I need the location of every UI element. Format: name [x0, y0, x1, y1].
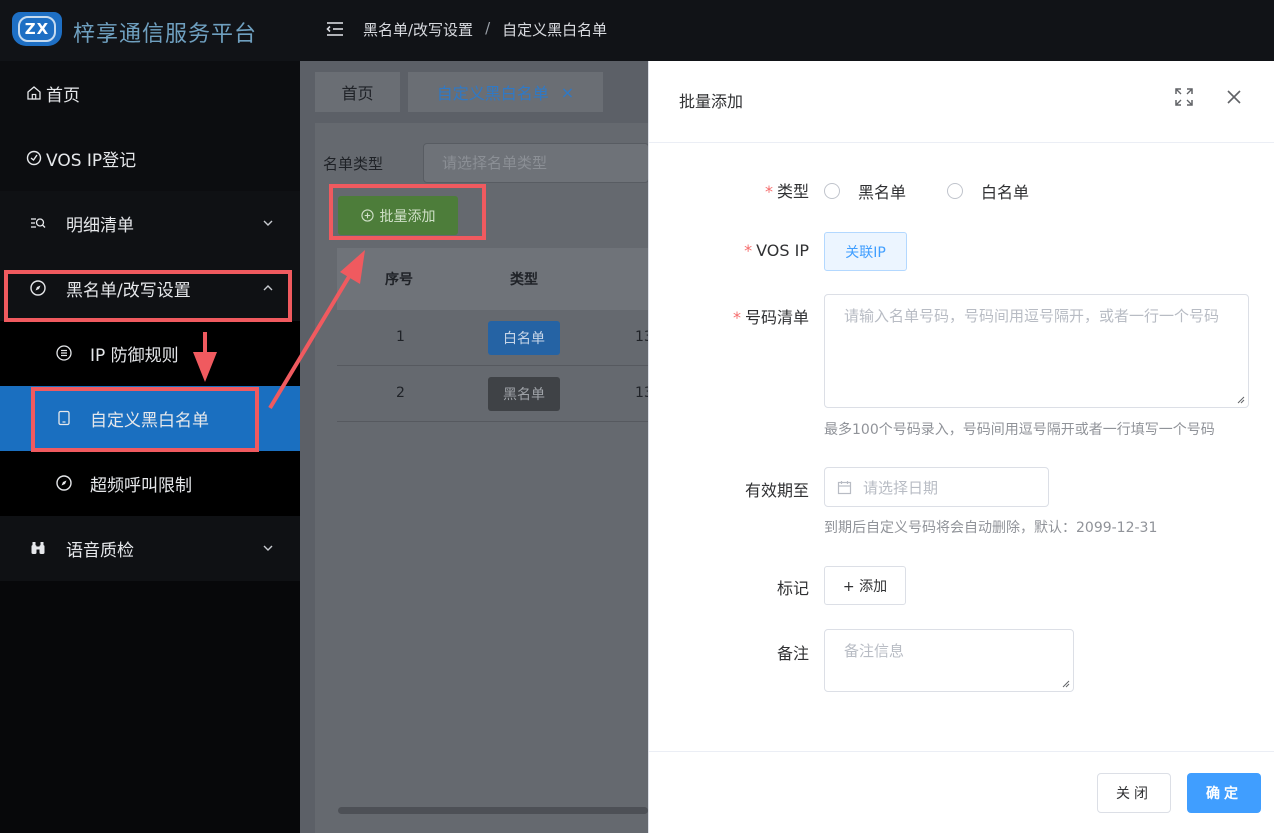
expiry-date-picker[interactable]: 请选择日期	[824, 467, 1049, 507]
table-row: 2 黑名单 13	[337, 366, 653, 422]
compass-icon	[56, 475, 72, 491]
table-row: 1 白名单 13	[337, 310, 653, 366]
expiry-placeholder: 请选择日期	[863, 478, 939, 497]
table-header: 序号 类型	[337, 248, 648, 310]
resize-handle-icon[interactable]	[1062, 680, 1070, 688]
tab-label: 首页	[341, 84, 374, 103]
radio-blacklist[interactable]: 黑名单	[824, 179, 906, 203]
batch-add-drawer: 批量添加 * 类型 黑名单 白名单 * VOS IP 关联IP * 号码清单 请输入名…	[648, 61, 1274, 833]
expiry-hint: 到期后自定义号码将会自动删除，默认：2099-12-31	[824, 520, 1158, 536]
home-icon	[27, 86, 41, 100]
search-list-icon	[31, 218, 46, 228]
type-label: * 类型	[764, 182, 809, 201]
vos-ip-label: * VOS IP	[744, 241, 809, 260]
numbers-textarea[interactable]: 请输入名单号码，号码间用逗号隔开，或者一行一个号码	[824, 294, 1249, 408]
breadcrumb: 黑名单/改写设置 / 自定义黑白名单	[363, 19, 607, 40]
sidebar-item-overfreq-limit[interactable]: 超频呼叫限制	[0, 451, 300, 516]
annotation-box-button	[329, 184, 486, 240]
close-button[interactable]: 关闭	[1097, 773, 1171, 813]
breadcrumb-separator: /	[485, 19, 491, 37]
drawer-title: 批量添加	[679, 92, 744, 111]
status-badge-blacklist: 黑名单	[488, 377, 560, 411]
sidebar-item-label: 语音质检	[66, 541, 134, 561]
remark-textarea[interactable]: 备注信息	[824, 629, 1074, 692]
filter-label: 名单类型	[323, 155, 384, 173]
annotation-box-submenu	[31, 387, 259, 452]
fullscreen-icon[interactable]	[1174, 87, 1194, 107]
sidebar-item-home[interactable]: 首页	[0, 61, 300, 126]
sidebar-item-ip-defense[interactable]: IP 防御规则	[0, 321, 300, 386]
binoculars-icon	[31, 542, 45, 554]
status-badge-whitelist: 白名单	[488, 321, 560, 355]
top-header: ZX 梓享通信服务平台 黑名单/改写设置 / 自定义黑白名单	[0, 0, 1274, 61]
tab-close-icon[interactable]: ×	[561, 83, 574, 102]
drawer-footer: 关闭 确定	[649, 751, 1274, 833]
list-type-select[interactable]: 请选择名单类型	[423, 143, 649, 183]
annotation-box-menu	[4, 270, 292, 322]
column-header-type: 类型	[510, 272, 538, 288]
chevron-down-icon	[263, 545, 273, 551]
clock-icon	[26, 150, 42, 166]
sidebar-item-label: 明细清单	[66, 216, 134, 236]
cell-index: 1	[396, 329, 405, 345]
sidebar-item-label: IP 防御规则	[90, 346, 179, 366]
remark-placeholder: 备注信息	[844, 642, 905, 660]
link-ip-button[interactable]: 关联IP	[824, 232, 907, 271]
breadcrumb-item-current: 自定义黑白名单	[502, 21, 608, 39]
tab-custom-list[interactable]: 自定义黑白名单 ×	[408, 72, 603, 112]
numbers-label: * 号码清单	[732, 308, 809, 327]
logo-text: ZX	[24, 20, 50, 38]
numbers-hint: 最多100个号码录入，号码间用逗号隔开或者一行填写一个号码	[824, 422, 1215, 438]
logo: ZX	[12, 12, 62, 46]
menu-collapse-icon[interactable]	[326, 20, 344, 38]
tag-label: 标记	[776, 579, 809, 598]
horizontal-scrollbar[interactable]	[338, 807, 648, 814]
sidebar-item-details[interactable]: 明细清单	[0, 191, 300, 256]
app-title: 梓享通信服务平台	[73, 22, 258, 47]
column-header-index: 序号	[385, 272, 413, 288]
sidebar-item-label: 超频呼叫限制	[90, 476, 192, 496]
confirm-button[interactable]: 确定	[1187, 773, 1261, 813]
radio-circle[interactable]	[947, 183, 963, 199]
tab-home[interactable]: 首页	[315, 72, 400, 112]
close-icon[interactable]	[1224, 87, 1244, 107]
expiry-label: 有效期至	[744, 481, 809, 500]
chevron-down-icon	[263, 220, 273, 226]
numbers-placeholder: 请输入名单号码，号码间用逗号隔开，或者一行一个号码	[844, 307, 1220, 325]
sidebar-item-vos-ip[interactable]: VOS IP登记	[0, 126, 300, 191]
tab-label: 自定义黑白名单	[436, 84, 549, 103]
radio-circle[interactable]	[824, 183, 840, 199]
radio-label: 白名单	[981, 183, 1030, 202]
sidebar-item-voice-qc[interactable]: 语音质检	[0, 516, 300, 581]
drawer-header: 批量添加	[649, 61, 1274, 143]
sidebar-item-label: 首页	[46, 86, 80, 106]
calendar-icon	[837, 481, 852, 495]
resize-handle-icon[interactable]	[1237, 396, 1245, 404]
cell-index: 2	[396, 385, 405, 401]
radio-whitelist[interactable]: 白名单	[947, 179, 1029, 203]
list-icon	[56, 345, 72, 361]
sidebar-item-label: VOS IP登记	[46, 151, 137, 171]
radio-label: 黑名单	[858, 183, 907, 202]
remark-label: 备注	[776, 644, 809, 663]
breadcrumb-item-parent[interactable]: 黑名单/改写设置	[363, 19, 473, 40]
add-tag-button[interactable]: + 添加	[824, 566, 906, 605]
